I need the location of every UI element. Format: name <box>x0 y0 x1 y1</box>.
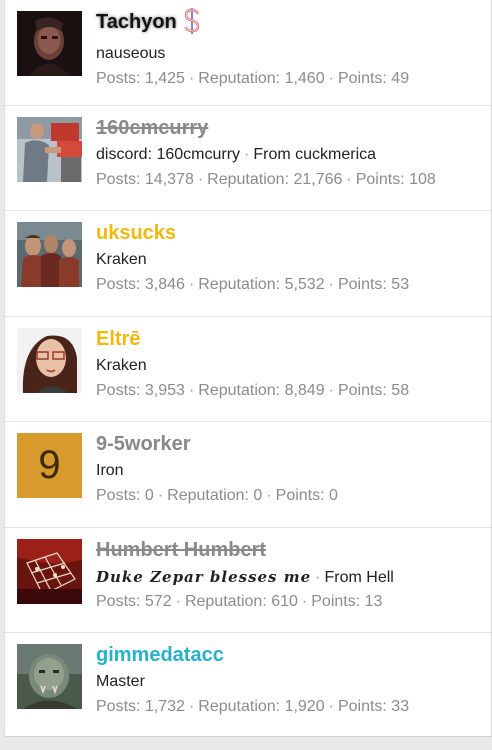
points-count: Points: 58 <box>337 382 410 399</box>
custom-title: discord: 160cmcurry <box>96 146 241 163</box>
user-title: nauseous <box>96 45 166 62</box>
points-count: Points: 108 <box>355 171 436 188</box>
points-count: Points: 49 <box>337 70 410 87</box>
separator: · <box>188 382 195 399</box>
username-link[interactable]: gimmedatacc <box>96 642 483 668</box>
username-link[interactable]: Tachyon <box>96 11 177 33</box>
user-title: Kraken <box>96 251 147 268</box>
user-stats: Posts: 572 · Reputation: 610 · Points: 13 <box>96 591 483 613</box>
avatar[interactable] <box>17 539 82 604</box>
list-item: gimmedatacc Master Posts: 1,732 · Reputati… <box>5 633 491 737</box>
posts-count: Posts: 1,732 <box>96 698 185 715</box>
separator: · <box>301 593 308 610</box>
user-title: Master <box>96 673 145 690</box>
separator: · <box>328 382 334 399</box>
separator: · <box>244 146 250 163</box>
user-stats: Posts: 3,953 · Reputation: 8,849 · Points: 5… <box>96 380 483 402</box>
separator: · <box>188 70 195 87</box>
posts-count: Posts: 3,846 <box>96 276 185 293</box>
list-item: 160cmcurry discord: 160cmcurry · From cuck… <box>5 106 491 211</box>
user-stats: Posts: 1,425 · Reputation: 1,460 · Points: 4… <box>96 68 483 90</box>
reputation-count: Reputation: 1,920 <box>198 698 325 715</box>
separator: · <box>328 698 334 715</box>
members-list: Tachyon nauseous Posts: 1,425 · Reputation… <box>4 0 492 737</box>
separator: · <box>188 276 195 293</box>
posts-count: Posts: 3,953 <box>96 382 185 399</box>
avatar[interactable] <box>17 222 82 287</box>
avatar[interactable] <box>17 117 82 182</box>
reputation-count: Reputation: 610 <box>184 593 298 610</box>
user-title: discord: 160cmcurry · From cuckmerica <box>96 144 483 166</box>
separator: · <box>197 171 204 188</box>
separator: · <box>328 276 334 293</box>
separator: · <box>328 70 334 87</box>
separator: · <box>315 569 321 586</box>
custom-title: Duke Zepar blesses me <box>96 568 312 586</box>
avatar[interactable]: 9 <box>17 433 82 498</box>
avatar[interactable] <box>17 644 82 709</box>
user-stats: Posts: 1,732 · Reputation: 1,920 · Points: 3… <box>96 696 483 718</box>
user-title: Kraken <box>96 357 147 374</box>
username-link[interactable]: uksucks <box>96 220 483 246</box>
separator: · <box>266 487 272 504</box>
posts-count: Posts: 572 <box>96 593 172 610</box>
user-title: Iron <box>96 462 124 479</box>
user-stats: Posts: 0 · Reputation: 0 · Points: 0 <box>96 485 483 507</box>
posts-count: Posts: 0 <box>96 487 154 504</box>
dollar-sign-icon <box>183 7 201 40</box>
posts-count: Posts: 14,378 <box>96 171 194 188</box>
reputation-count: Reputation: 1,460 <box>198 70 325 87</box>
separator: · <box>175 593 181 610</box>
reputation-count: Reputation: 5,532 <box>198 276 325 293</box>
reputation-count: Reputation: 8,849 <box>198 382 325 399</box>
username-link[interactable]: Humbert Humbert <box>96 537 483 563</box>
user-stats: Posts: 14,378 · Reputation: 21,766 · Points:… <box>96 169 483 191</box>
points-count: Points: 13 <box>311 593 383 610</box>
avatar[interactable] <box>17 11 82 76</box>
user-title: Duke Zepar blesses me · From Hell <box>96 566 483 588</box>
list-item: uksucks Kraken Posts: 3,846 · Reputation: … <box>5 211 491 317</box>
avatar-letter: 9 <box>38 443 61 487</box>
list-item: Humbert Humbert Duke Zepar blesses me · Fr… <box>5 528 491 633</box>
separator: · <box>346 171 352 188</box>
user-stats: Posts: 3,846 · Reputation: 5,532 · Points: 5… <box>96 274 483 296</box>
points-count: Points: 0 <box>275 487 338 504</box>
avatar[interactable] <box>17 328 82 393</box>
user-location: From Hell <box>324 569 394 586</box>
separator: · <box>157 487 164 504</box>
points-count: Points: 33 <box>337 698 410 715</box>
list-item: Tachyon nauseous Posts: 1,425 · Reputation… <box>5 0 491 106</box>
list-item: Eltrē Kraken Posts: 3,953 · Reputation: 8,… <box>5 317 491 422</box>
username-link[interactable]: Eltrē <box>96 326 483 352</box>
user-location: From cuckmerica <box>253 146 377 163</box>
reputation-count: Reputation: 21,766 <box>207 171 343 188</box>
reputation-count: Reputation: 0 <box>167 487 263 504</box>
posts-count: Posts: 1,425 <box>96 70 185 87</box>
list-item: 9 9-5worker Iron Posts: 0 · Reputation: 0 ·… <box>5 422 491 528</box>
username-link[interactable]: 9-5worker <box>96 431 483 457</box>
points-count: Points: 53 <box>337 276 410 293</box>
username-link[interactable]: 160cmcurry <box>96 115 483 141</box>
separator: · <box>188 698 195 715</box>
